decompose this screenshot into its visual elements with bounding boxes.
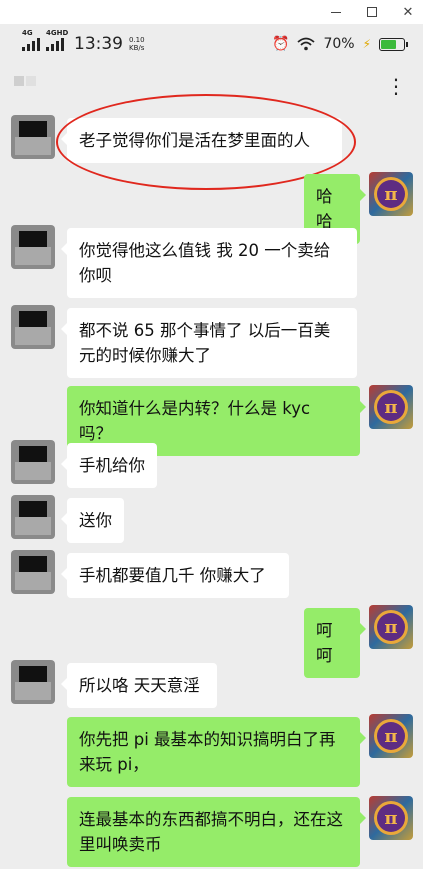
pi-glyph: π bbox=[377, 180, 405, 208]
message-text: 呵呵 bbox=[316, 621, 333, 665]
message-bubble-received[interactable]: 所以咯 天天意淫 bbox=[61, 663, 217, 708]
message-bubble-received[interactable]: 你觉得他这么值钱 我 20 一个卖给你呗 bbox=[61, 228, 357, 298]
more-options-icon[interactable]: ⋮ bbox=[386, 74, 407, 98]
contact-avatar[interactable] bbox=[11, 440, 55, 484]
message-text: 手机都要值几千 你赚大了 bbox=[79, 566, 266, 585]
charging-icon: ⚡ bbox=[362, 37, 371, 51]
self-avatar[interactable]: π bbox=[369, 796, 413, 840]
minimize-button[interactable] bbox=[329, 5, 343, 19]
maximize-icon bbox=[367, 7, 377, 17]
pi-logo-icon: π bbox=[374, 801, 408, 835]
network-type-2: 4GHD bbox=[46, 28, 69, 37]
contact-avatar[interactable] bbox=[11, 305, 55, 349]
contact-avatar[interactable] bbox=[11, 225, 55, 269]
pi-logo-icon: π bbox=[374, 177, 408, 211]
battery-icon bbox=[379, 37, 408, 51]
close-icon: ✕ bbox=[402, 4, 414, 20]
pi-glyph: π bbox=[377, 804, 405, 832]
pi-glyph: π bbox=[377, 393, 405, 421]
message-text: 你先把 pi 最基本的知识搞明白了再来玩 pi， bbox=[79, 730, 336, 774]
self-avatar[interactable]: π bbox=[369, 172, 413, 216]
message-text: 所以咯 天天意淫 bbox=[79, 676, 200, 695]
message-text: 你觉得他这么值钱 我 20 一个卖给你呗 bbox=[79, 241, 331, 285]
pi-logo-icon: π bbox=[374, 390, 408, 424]
minimize-icon bbox=[331, 11, 341, 13]
battery-percent: 70% bbox=[323, 36, 355, 52]
network-speed: 0.10 KB/s bbox=[129, 36, 145, 52]
message-text: 都不说 65 那个事情了 以后一百美元的时候你赚大了 bbox=[79, 321, 331, 365]
window-title-bar: ✕ bbox=[0, 0, 423, 24]
contact-avatar[interactable] bbox=[11, 495, 55, 539]
pi-glyph: π bbox=[377, 613, 405, 641]
message-bubble-sent[interactable]: 连最基本的东西都搞不明白，还在这里叫唤卖币 bbox=[67, 797, 366, 867]
self-avatar[interactable]: π bbox=[369, 605, 413, 649]
alarm-icon: ⏰ bbox=[272, 36, 290, 52]
message-text: 连最基本的东西都搞不明白，还在这里叫唤卖币 bbox=[79, 810, 343, 854]
message-text: 送你 bbox=[79, 511, 112, 530]
message-bubble-received[interactable]: 送你 bbox=[61, 498, 124, 543]
self-avatar[interactable]: π bbox=[369, 714, 413, 758]
contact-avatar[interactable] bbox=[11, 115, 55, 159]
signal-icon-2: 4GHD bbox=[46, 29, 68, 51]
network-speed-unit: KB/s bbox=[129, 44, 145, 52]
maximize-button[interactable] bbox=[365, 5, 379, 19]
signal-icon-1: 4G bbox=[22, 29, 40, 51]
clock: 13:39 bbox=[74, 34, 123, 54]
message-bubble-sent[interactable]: 呵呵 bbox=[304, 608, 366, 678]
message-bubble-received[interactable]: 都不说 65 那个事情了 以后一百美元的时候你赚大了 bbox=[61, 308, 357, 378]
message-bubble-received[interactable]: 手机都要值几千 你赚大了 bbox=[61, 553, 289, 598]
network-type-1: 4G bbox=[22, 28, 33, 37]
contact-avatar[interactable] bbox=[11, 660, 55, 704]
wifi-icon bbox=[297, 37, 316, 51]
message-bubble-sent[interactable]: 你先把 pi 最基本的知识搞明白了再来玩 pi， bbox=[67, 717, 366, 787]
network-speed-value: 0.10 bbox=[129, 36, 145, 44]
self-avatar[interactable]: π bbox=[369, 385, 413, 429]
message-text: 手机给你 bbox=[79, 456, 145, 475]
message-text: 哈哈 bbox=[316, 187, 333, 231]
message-bubble-received[interactable]: 手机给你 bbox=[61, 443, 157, 488]
battery-level bbox=[381, 39, 397, 49]
message-text: 你知道什么是内转？什么是 kyc 吗？ bbox=[79, 399, 311, 443]
status-bar: 4G 4GHD 13:39 0.10 KB/s ⏰ 70% ⚡ bbox=[0, 24, 423, 64]
close-button[interactable]: ✕ bbox=[401, 4, 415, 20]
pi-logo-icon: π bbox=[374, 610, 408, 644]
chat-title-blurred bbox=[14, 76, 36, 86]
pi-glyph: π bbox=[377, 722, 405, 750]
contact-avatar[interactable] bbox=[11, 550, 55, 594]
pi-logo-icon: π bbox=[374, 719, 408, 753]
